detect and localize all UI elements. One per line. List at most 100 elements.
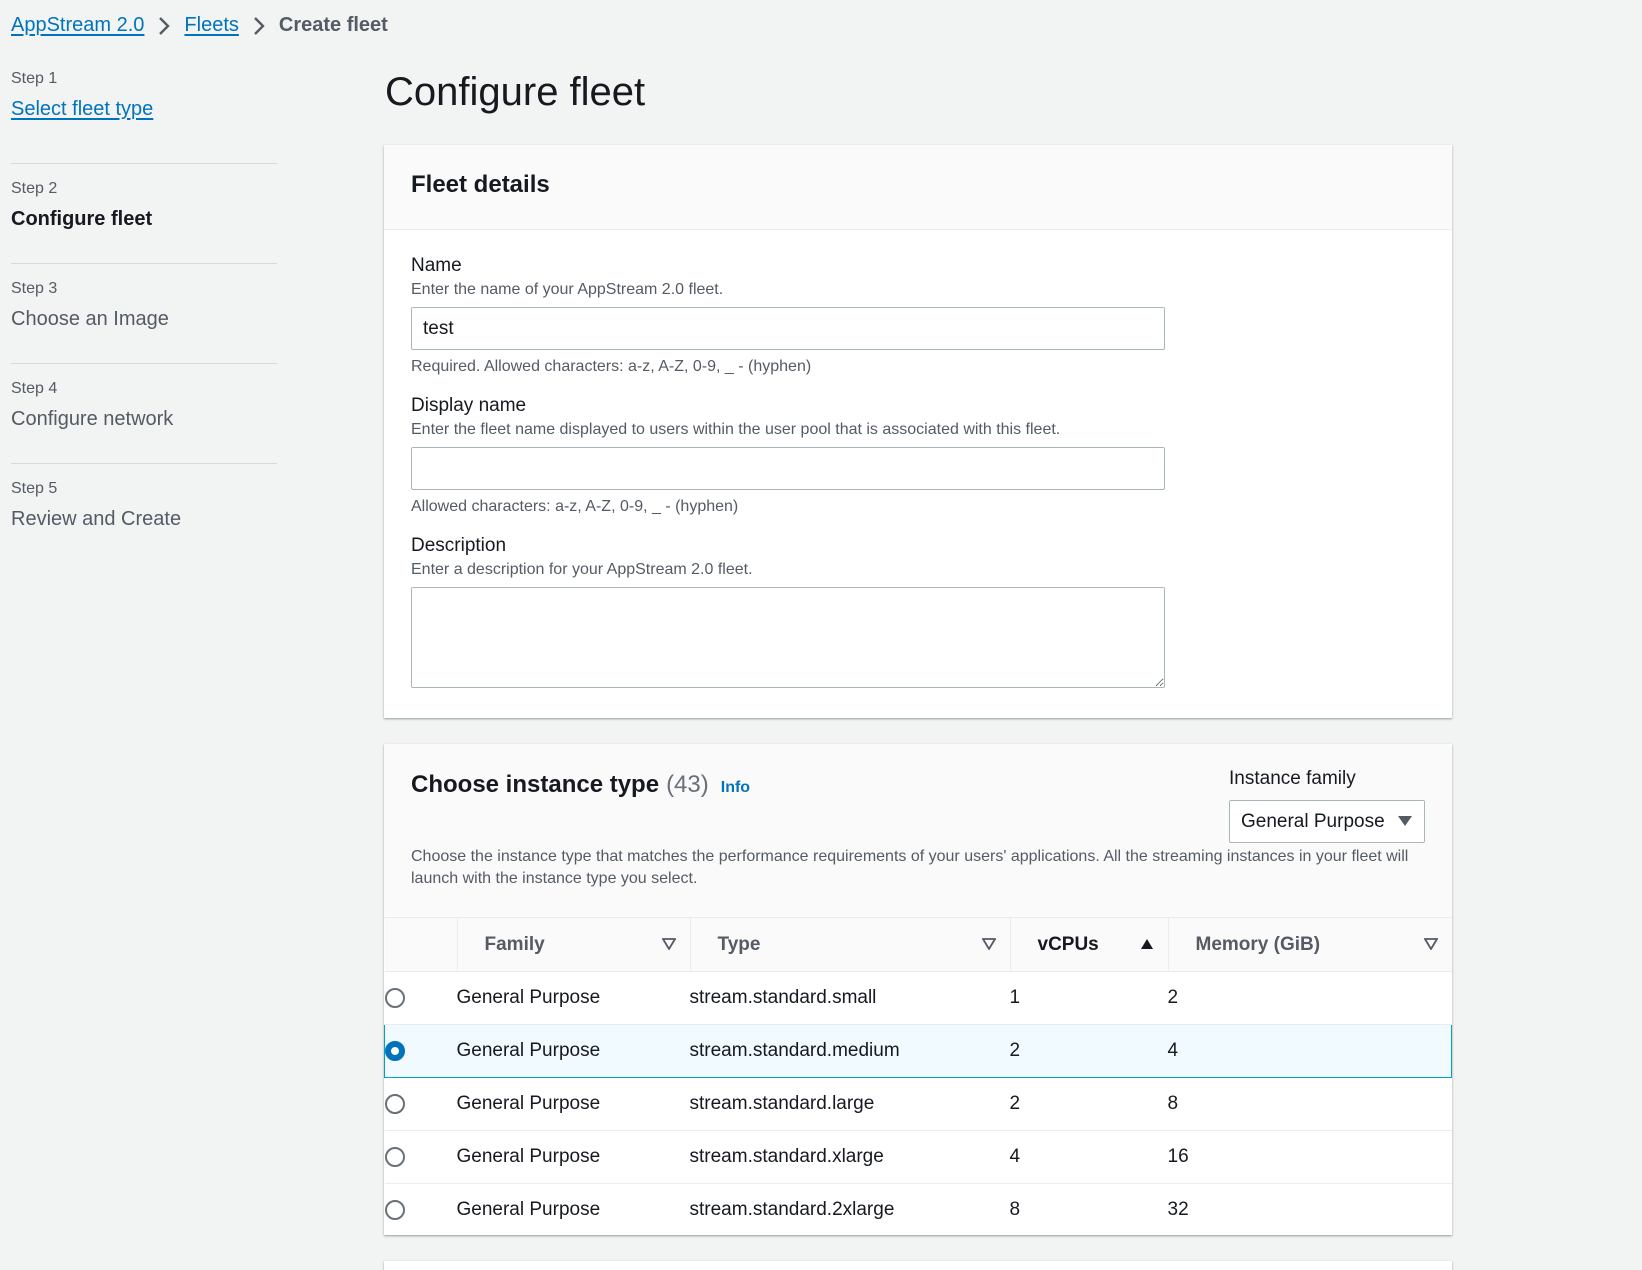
field-label: Display name: [411, 395, 527, 416]
field-description: Enter the fleet name displayed to users …: [411, 421, 1061, 438]
page: AppStream 2.0 Fleets Create fleet Step 1…: [0, 0, 1642, 1270]
breadcrumb-fleets[interactable]: Fleets: [184, 14, 238, 37]
display-name-field: Display name Enter the fleet name displa…: [411, 394, 1425, 518]
cell-family: General Purpose: [456, 1130, 690, 1184]
cell-family: General Purpose: [456, 1199, 601, 1221]
chevron-right-icon: [158, 16, 171, 36]
step-2: Step 2 Configure fleet: [11, 164, 277, 264]
instance-family-select[interactable]: General Purpose: [1229, 800, 1425, 843]
radio-column-header: [384, 918, 457, 972]
cell-vcpus: 4: [1009, 1130, 1168, 1184]
step-number: Step 4: [11, 380, 58, 397]
field-label: Name: [411, 255, 462, 276]
step-number: Step 5: [11, 480, 58, 497]
table-header-row: Family Type vCPUs Memory (GiB): [384, 918, 1452, 972]
instance-family-filter: Instance family General Purpose: [1229, 768, 1425, 843]
step-label: Review and Create: [11, 508, 182, 530]
cell-family: General Purpose: [456, 971, 690, 1025]
step-label: Configure network: [11, 408, 174, 430]
step-label-current: Configure fleet: [11, 208, 153, 230]
cell-memory: 8: [1167, 1077, 1452, 1131]
step-number: Step 2: [11, 180, 58, 197]
cell-type: stream.standard.2xlarge: [689, 1199, 895, 1221]
field-description: Enter a description for your AppStream 2…: [411, 561, 753, 578]
breadcrumb: AppStream 2.0 Fleets Create fleet: [11, 14, 388, 37]
cell-vcpus: 1: [1009, 971, 1168, 1025]
step-number: Step 1: [11, 70, 58, 87]
row-radio[interactable]: [384, 1200, 405, 1221]
instance-family-value: General Purpose: [1241, 810, 1385, 832]
row-radio[interactable]: [384, 1093, 405, 1114]
table-row[interactable]: General Purpose stream.standard.large 2 …: [384, 1077, 1452, 1131]
cell-memory: 2: [1167, 971, 1452, 1025]
column-header-memory[interactable]: Memory (GiB): [1167, 918, 1452, 972]
breadcrumb-appstream[interactable]: AppStream 2.0: [11, 14, 144, 37]
next-panel-partial: [384, 1261, 1452, 1270]
table-row-selected[interactable]: General Purpose stream.standard.medium 2…: [384, 1024, 1452, 1078]
row-radio-checked[interactable]: [385, 1040, 405, 1061]
step-number: Step 3: [11, 280, 58, 297]
radio-cell: [384, 1130, 457, 1184]
cell-vcpus: 2: [1009, 1024, 1168, 1078]
display-name-input[interactable]: [411, 447, 1165, 490]
step-3: Step 3 Choose an Image: [11, 264, 277, 364]
cell-type: stream.standard.large: [689, 1077, 1010, 1131]
cell-memory: 4: [1167, 1024, 1452, 1078]
name-field: Name Enter the name of your AppStream 2.…: [411, 254, 1425, 378]
column-header-label: vCPUs: [1037, 933, 1099, 955]
table-row[interactable]: General Purpose stream.standard.small 1 …: [384, 971, 1452, 1025]
sort-unsorted-icon: [980, 934, 997, 956]
instance-family-label: Instance family: [1229, 768, 1356, 789]
row-radio[interactable]: [384, 987, 405, 1008]
description-textarea[interactable]: [411, 587, 1165, 688]
step-5: Step 5 Review and Create: [11, 464, 277, 564]
row-radio[interactable]: [384, 1146, 405, 1167]
sort-unsorted-icon: [660, 934, 677, 956]
column-header-type[interactable]: Type: [689, 918, 1010, 972]
panel-title: Choose instance type: [411, 771, 660, 798]
field-constraint: Allowed characters: a-z, A-Z, 0-9, _ - (…: [411, 498, 739, 515]
column-header-family[interactable]: Family: [456, 918, 690, 972]
instance-count: (43): [666, 771, 709, 798]
info-link[interactable]: Info: [721, 779, 750, 797]
cell-type: stream.standard.xlarge: [689, 1130, 1010, 1184]
cell-type: stream.standard.medium: [689, 1024, 1010, 1078]
panel-title: Fleet details: [411, 171, 550, 198]
instance-type-description: Choose the instance type that matches th…: [411, 848, 1409, 887]
column-header-label: Type: [717, 933, 761, 955]
page-title: Configure fleet: [385, 70, 646, 114]
column-header-vcpus[interactable]: vCPUs: [1009, 918, 1168, 972]
radio-cell: [384, 1024, 457, 1078]
radio-cell: [384, 1077, 457, 1131]
column-header-label: Memory (GiB): [1195, 933, 1321, 955]
chevron-right-icon: [253, 16, 265, 36]
cell-family: General Purpose: [456, 1024, 690, 1078]
cell-vcpus: 8: [1009, 1199, 1021, 1221]
step-1: Step 1 Select fleet type: [11, 64, 277, 164]
name-input[interactable]: [411, 307, 1165, 350]
cell-vcpus: 2: [1009, 1077, 1168, 1131]
panel-header: Choose instance type (43) Info Instance …: [384, 744, 1452, 918]
field-constraint: Required. Allowed characters: a-z, A-Z, …: [411, 358, 812, 375]
cell-memory: 32: [1167, 1199, 1189, 1221]
sort-unsorted-icon: [1422, 934, 1439, 956]
fleet-form: Name Enter the name of your AppStream 2.…: [384, 230, 1452, 688]
column-header-label: Family: [484, 933, 545, 955]
wizard-steps: Step 1 Select fleet type Step 2 Configur…: [11, 64, 277, 564]
step-link-select-fleet-type[interactable]: Select fleet type: [11, 98, 153, 120]
step-4: Step 4 Configure network: [11, 364, 277, 464]
sort-ascending-icon: [1140, 934, 1154, 956]
breadcrumb-current: Create fleet: [278, 14, 388, 36]
table-row[interactable]: General Purpose stream.standard.xlarge 4…: [384, 1130, 1452, 1184]
instance-type-table: Family Type vCPUs Memory (GiB) General P…: [384, 918, 1452, 1237]
field-label: Description: [411, 535, 507, 556]
table-row[interactable]: General Purpose stream.standard.2xlarge …: [384, 1184, 1452, 1237]
radio-cell: [384, 1184, 457, 1237]
radio-cell: [384, 971, 457, 1025]
panel-header: Fleet details: [384, 145, 1452, 230]
description-field: Description Enter a description for your…: [411, 534, 1425, 688]
step-label: Choose an Image: [11, 308, 169, 330]
field-description: Enter the name of your AppStream 2.0 fle…: [411, 281, 724, 298]
instance-type-panel: Choose instance type (43) Info Instance …: [384, 744, 1452, 1235]
cell-family: General Purpose: [456, 1077, 690, 1131]
